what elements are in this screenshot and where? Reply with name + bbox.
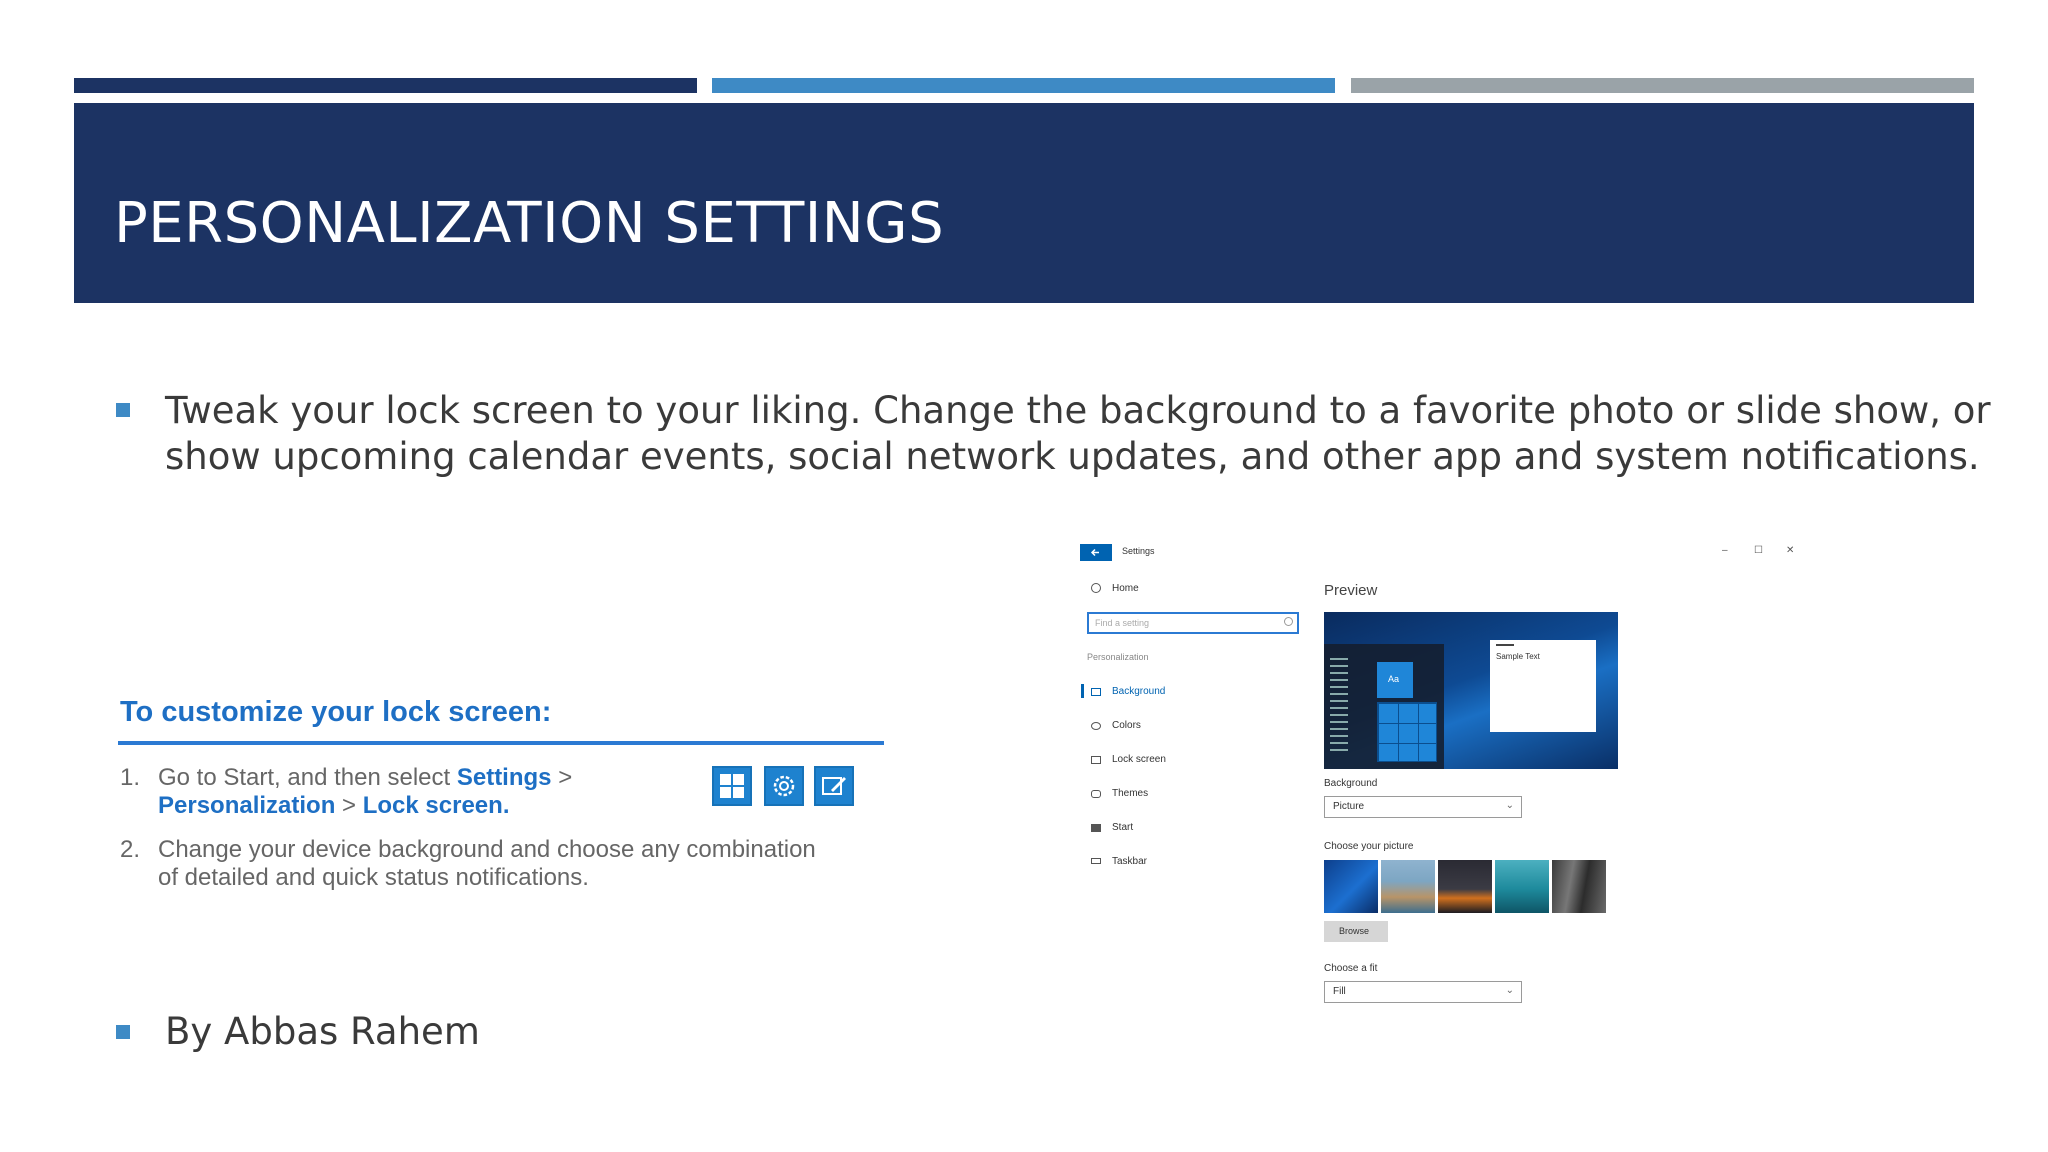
maximize-button[interactable]: ☐ (1754, 545, 1763, 556)
accent-bar-gray (1351, 78, 1974, 93)
picture-thumbnail[interactable] (1552, 860, 1606, 913)
minimize-button[interactable]: – (1722, 545, 1728, 556)
home-icon (1091, 583, 1101, 593)
picture-thumbnail[interactable] (1438, 860, 1492, 913)
step-link-settings: Settings (456, 764, 552, 791)
preview-menu-lines (1330, 658, 1348, 754)
step-period: . (502, 792, 510, 819)
nav-lock-screen[interactable]: Lock screen (1112, 754, 1166, 765)
search-placeholder: Find a setting (1095, 618, 1150, 628)
brush-icon (1091, 790, 1101, 798)
gear-icon (764, 766, 804, 806)
browse-button[interactable]: Browse (1324, 921, 1388, 942)
author-credit: By Abbas Rahem (165, 1010, 480, 1053)
taskbar-icon (1091, 858, 1101, 864)
step-link-lock-screen: Lock screen (362, 792, 503, 819)
choose-picture-label: Choose your picture (1324, 841, 1414, 852)
nav-home[interactable]: Home (1112, 583, 1139, 594)
picture-thumbnail[interactable] (1495, 860, 1549, 913)
monitor-icon (1091, 756, 1101, 764)
nav-colors[interactable]: Colors (1112, 720, 1141, 731)
step-number: 2. (120, 836, 141, 863)
close-button[interactable]: ✕ (1786, 545, 1794, 556)
background-label: Background (1324, 778, 1378, 789)
picture-thumbnail[interactable] (1324, 860, 1378, 913)
preview-window: Sample Text (1490, 640, 1596, 732)
howto-step-1: 1. Go to Start, and then select Settings… (120, 764, 573, 792)
accent-bar-blue (712, 78, 1335, 93)
back-arrow-icon (1090, 548, 1099, 557)
nav-start[interactable]: Start (1112, 822, 1133, 833)
step-link-personalization: Personalization (158, 792, 336, 819)
bullet-marker (116, 403, 130, 417)
preview-sample-text: Sample Text (1496, 652, 1540, 661)
preview-tile-large: Aa (1377, 662, 1413, 698)
step-text: Go to Start, and then select (158, 764, 457, 791)
accent-bar-navy (74, 78, 697, 93)
bullet-text-line: show upcoming calendar events, social ne… (165, 435, 1980, 478)
slide-title: PERSONALIZATION SETTINGS (114, 191, 945, 256)
howto-title: To customize your lock screen: (120, 696, 552, 728)
background-value: Picture (1333, 801, 1365, 812)
search-icon (1284, 617, 1293, 626)
fit-dropdown[interactable]: Fill ⌄ (1324, 981, 1522, 1003)
nav-themes[interactable]: Themes (1112, 788, 1148, 799)
step-separator: > (551, 764, 573, 791)
settings-app-title: Settings (1122, 546, 1155, 556)
palette-icon (1091, 722, 1101, 730)
active-nav-indicator (1081, 684, 1084, 698)
preview-tile-text: Aa (1388, 674, 1400, 684)
step-text: Change your device background and choose… (158, 836, 816, 863)
preview-tile-grid (1377, 702, 1437, 762)
howto-step-2: 2. Change your device background and cho… (120, 836, 816, 864)
browse-label: Browse (1339, 926, 1370, 936)
howto-step-1-cont: Personalization > Lock screen. (158, 792, 509, 820)
preview-label: Preview (1324, 582, 1378, 599)
bullet-text-line: Tweak your lock screen to your liking. C… (165, 389, 1991, 432)
preview-window-titlebar (1496, 644, 1514, 646)
step-number: 1. (120, 764, 141, 791)
step-separator: > (335, 792, 363, 819)
bullet-marker (116, 1025, 130, 1039)
background-dropdown[interactable]: Picture ⌄ (1324, 796, 1522, 818)
chevron-down-icon: ⌄ (1505, 800, 1514, 811)
fit-value: Fill (1333, 986, 1346, 997)
settings-back-button[interactable] (1080, 544, 1112, 561)
howto-divider (118, 741, 884, 745)
nav-taskbar[interactable]: Taskbar (1112, 856, 1147, 867)
howto-step-2-cont: of detailed and quick status notificatio… (158, 864, 589, 892)
step-text: of detailed and quick status notificatio… (158, 864, 589, 891)
nav-section-header: Personalization (1087, 652, 1149, 662)
nav-background[interactable]: Background (1112, 686, 1165, 697)
chevron-down-icon: ⌄ (1505, 985, 1514, 996)
title-banner: PERSONALIZATION SETTINGS (74, 103, 1974, 303)
personalization-pen-icon (814, 766, 854, 806)
start-grid-icon (1091, 824, 1101, 832)
settings-search-input[interactable]: Find a setting (1087, 612, 1299, 634)
preview-image: Aa Sample Text (1324, 612, 1618, 769)
windows-logo-icon (712, 766, 752, 806)
choose-fit-label: Choose a fit (1324, 963, 1378, 974)
picture-thumbnail[interactable] (1381, 860, 1435, 913)
picture-icon (1091, 688, 1101, 696)
